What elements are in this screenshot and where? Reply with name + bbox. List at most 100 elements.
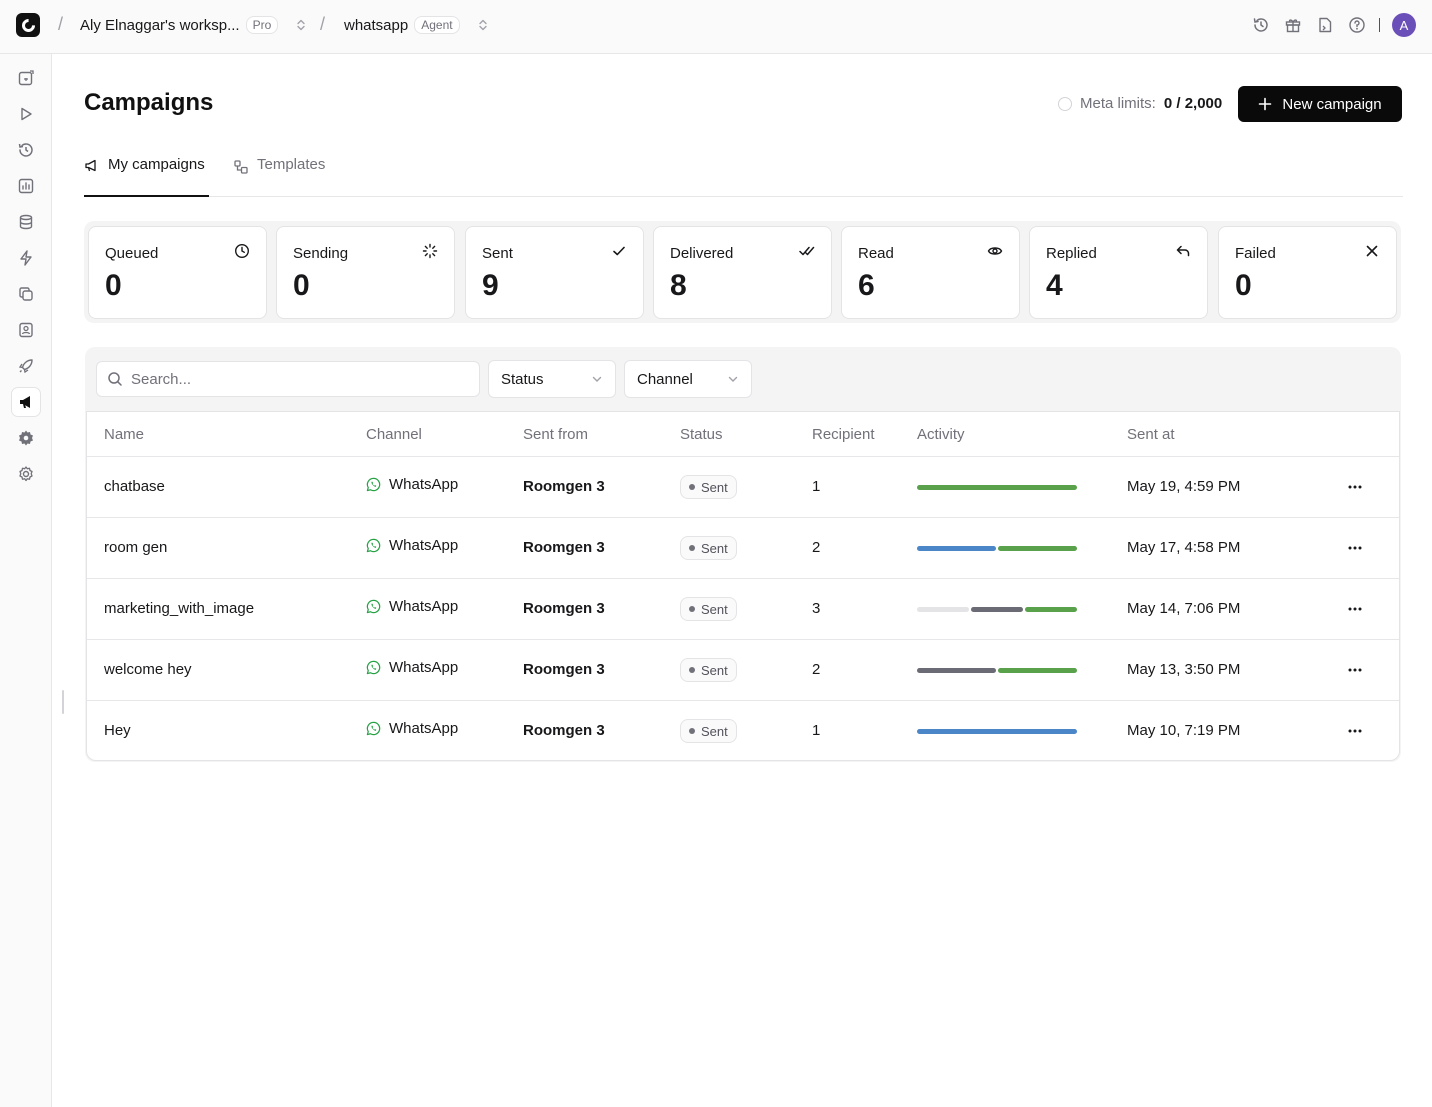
table-row[interactable]: room gen WhatsApp Roomgen 3 Sent 2 May 17, 4:…: [87, 517, 1399, 578]
channel-name: WhatsApp: [389, 720, 459, 737]
column-header-name[interactable]: Name: [104, 426, 144, 443]
tab-label: Templates: [257, 156, 326, 173]
whatsapp-icon: [366, 538, 381, 553]
chevron-down-icon: [592, 376, 602, 382]
activity-bar: [917, 729, 1077, 734]
status-text: Sent: [701, 723, 728, 739]
status-badge: Sent: [680, 658, 737, 682]
search-box[interactable]: [96, 361, 480, 397]
new-campaign-button[interactable]: New campaign: [1238, 86, 1402, 122]
search-input[interactable]: [131, 370, 451, 388]
sent-at: May 10, 7:19 PM: [1127, 722, 1241, 739]
channel-name: WhatsApp: [389, 537, 459, 554]
column-header-status[interactable]: Status: [680, 426, 723, 443]
stat-label: Delivered: [670, 245, 734, 262]
campaign-channel: WhatsApp: [366, 476, 458, 493]
sidebar-item-integrations[interactable]: [12, 280, 40, 308]
campaign-name[interactable]: chatbase: [104, 478, 165, 495]
gear-icon: [19, 466, 33, 482]
stat-value: 8: [670, 269, 687, 302]
stat-label: Read: [858, 245, 894, 262]
user-avatar[interactable]: A: [1392, 13, 1416, 37]
chevron-updown-icon: [478, 19, 487, 31]
status-text: Sent: [701, 479, 728, 495]
megaphone-icon: [20, 396, 30, 408]
stat-value: 0: [105, 269, 122, 302]
new-campaign-label: New campaign: [1282, 95, 1382, 113]
breadcrumb-separator: /: [58, 14, 64, 34]
sidebar-item-playground[interactable]: [12, 64, 40, 92]
more-options-button[interactable]: [1345, 599, 1365, 619]
tab-my-campaigns[interactable]: My campaigns: [84, 152, 209, 197]
sidebar-item-sources[interactable]: [12, 208, 40, 236]
sent-from: Roomgen 3: [523, 722, 605, 739]
tabs: My campaigns Templates: [84, 152, 1403, 197]
column-header-activity[interactable]: Activity: [917, 426, 965, 443]
reply-icon: [1176, 245, 1190, 257]
sidebar-item-play[interactable]: [12, 100, 40, 128]
stat-value: 6: [858, 269, 875, 302]
docs-icon[interactable]: [1315, 15, 1335, 35]
channel-filter-label: Channel: [637, 370, 693, 388]
stat-card-delivered: Delivered 8: [653, 226, 832, 319]
activity-bar: [917, 668, 1077, 673]
gift-icon[interactable]: [1283, 15, 1303, 35]
workspace-name: Aly Elnaggar's worksp...: [80, 16, 240, 34]
more-horizontal-icon: [1348, 668, 1362, 672]
sidebar: [0, 54, 52, 1107]
column-header-sent-from[interactable]: Sent from: [523, 426, 588, 443]
status-filter[interactable]: Status: [488, 360, 616, 398]
stat-card-replied: Replied 4: [1029, 226, 1208, 319]
campaigns-table: Name Channel Sent from Status Recipient …: [86, 411, 1400, 761]
channel-filter[interactable]: Channel: [624, 360, 752, 398]
sidebar-item-contacts[interactable]: [12, 316, 40, 344]
campaigns-panel: Status Channel Name Channel Sent from St…: [85, 347, 1401, 762]
more-options-button[interactable]: [1345, 660, 1365, 680]
status-dot: [689, 606, 695, 612]
column-header-recipient[interactable]: Recipient: [812, 426, 875, 443]
sidebar-item-activity[interactable]: [12, 136, 40, 164]
status-badge: Sent: [680, 475, 737, 499]
history-icon[interactable]: [1251, 15, 1271, 35]
help-icon[interactable]: [1347, 15, 1367, 35]
table-row[interactable]: Hey WhatsApp Roomgen 3 Sent 1 May 10, 7:19 PM: [87, 700, 1399, 761]
table-row[interactable]: welcome hey WhatsApp Roomgen 3 Sent 2 May 13,…: [87, 639, 1399, 700]
campaign-name[interactable]: marketing_with_image: [104, 600, 254, 617]
workspace-switcher[interactable]: Aly Elnaggar's worksp... Pro: [80, 16, 308, 34]
stat-value: 0: [1235, 269, 1252, 302]
sidebar-item-campaigns[interactable]: [12, 388, 40, 416]
sidebar-item-deploy[interactable]: [12, 352, 40, 380]
campaign-channel: WhatsApp: [366, 659, 458, 676]
project-switcher[interactable]: whatsapp Agent: [344, 16, 490, 34]
sidebar-item-workspace-settings[interactable]: [12, 424, 40, 452]
shapes-icon: [234, 160, 248, 174]
column-header-channel[interactable]: Channel: [366, 426, 422, 443]
whatsapp-icon: [366, 599, 381, 614]
tab-templates[interactable]: Templates: [233, 152, 325, 196]
status-badge: Sent: [680, 719, 737, 743]
activity-segment: [971, 607, 1023, 612]
stat-card-queued: Queued 0: [88, 226, 267, 319]
status-filter-label: Status: [501, 370, 544, 388]
sidebar-item-analytics[interactable]: [12, 172, 40, 200]
plus-icon: [1259, 97, 1272, 111]
more-options-button[interactable]: [1345, 538, 1365, 558]
campaign-name[interactable]: welcome hey: [104, 661, 192, 678]
campaign-name[interactable]: room gen: [104, 539, 167, 556]
table-row[interactable]: chatbase WhatsApp Roomgen 3 Sent 1 May 19, 4:…: [87, 456, 1399, 517]
app-logo[interactable]: [16, 13, 40, 37]
sidebar-item-actions[interactable]: [12, 244, 40, 272]
more-options-button[interactable]: [1345, 477, 1365, 497]
chevron-updown-icon: [297, 19, 305, 31]
sidebar-item-settings[interactable]: [12, 460, 40, 488]
play-icon: [21, 107, 32, 121]
stat-value: 4: [1046, 269, 1063, 302]
stat-label: Replied: [1046, 245, 1097, 262]
table-row[interactable]: marketing_with_image WhatsApp Roomgen 3 Sen…: [87, 578, 1399, 639]
more-options-button[interactable]: [1345, 721, 1365, 741]
sent-from: Roomgen 3: [523, 478, 605, 495]
campaign-name[interactable]: Hey: [104, 722, 131, 739]
sidebar-resize-handle[interactable]: [62, 690, 64, 714]
status-text: Sent: [701, 540, 728, 556]
column-header-sent-at[interactable]: Sent at: [1127, 426, 1175, 443]
